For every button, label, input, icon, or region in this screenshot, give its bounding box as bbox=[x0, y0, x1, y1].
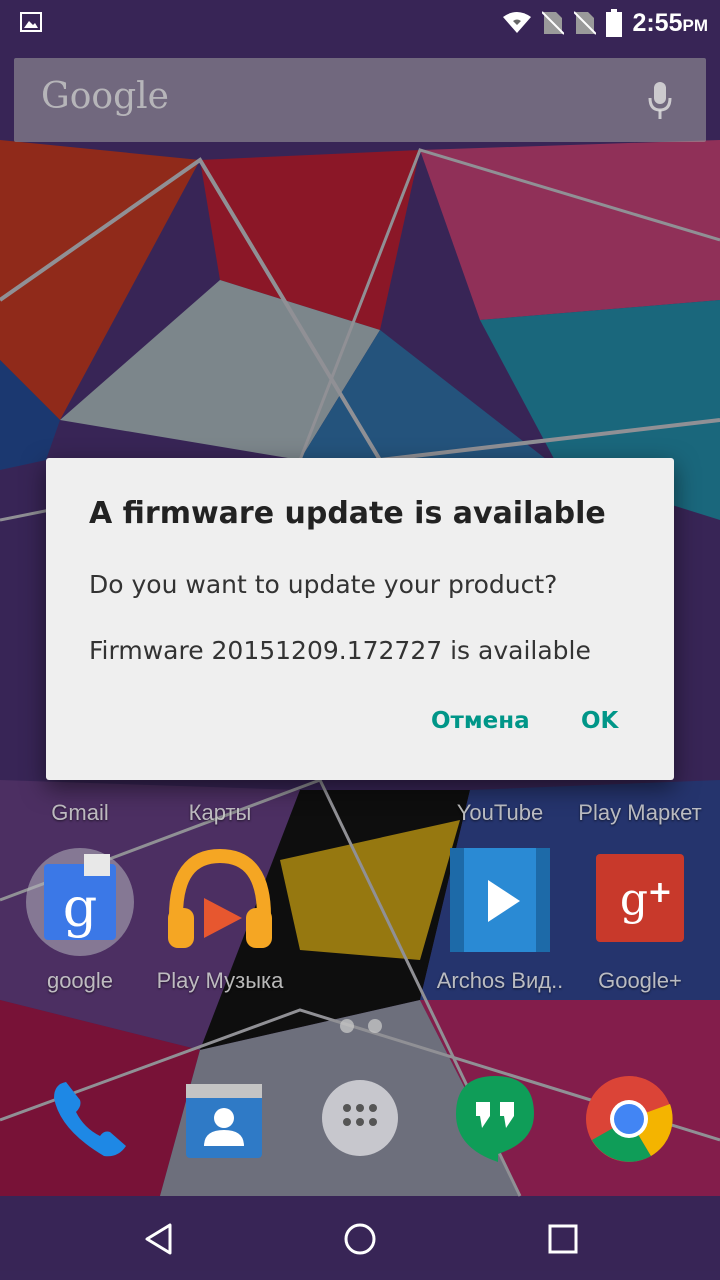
archos-video-icon[interactable] bbox=[444, 844, 556, 956]
image-notification-icon bbox=[20, 12, 42, 32]
google-plus-icon[interactable]: g + bbox=[594, 852, 686, 944]
svg-text:g: g bbox=[620, 874, 648, 925]
play-music-icon[interactable] bbox=[162, 846, 278, 962]
app-drawer-icon[interactable] bbox=[320, 1078, 400, 1158]
navigation-bar bbox=[0, 1196, 720, 1280]
app-label-gmail[interactable]: Gmail bbox=[10, 800, 150, 826]
recents-icon[interactable] bbox=[547, 1223, 579, 1255]
page-indicator-dot bbox=[368, 1019, 382, 1033]
battery-icon bbox=[606, 9, 623, 37]
page-indicator-dot bbox=[340, 1019, 354, 1033]
ok-button[interactable]: OK bbox=[581, 708, 618, 734]
dialog-message: Do you want to update your product? bbox=[89, 570, 558, 599]
google-logo: Google bbox=[41, 76, 169, 117]
app-label-play-market[interactable]: Play Маркет bbox=[570, 800, 710, 826]
no-sim-icon bbox=[542, 11, 565, 35]
back-icon[interactable] bbox=[144, 1222, 174, 1256]
firmware-update-dialog: A firmware update is available Do you wa… bbox=[46, 458, 674, 780]
status-bar: 2:55PM bbox=[0, 0, 720, 48]
app-label-play-music[interactable]: Play Музыка bbox=[150, 968, 290, 994]
wifi-icon bbox=[503, 12, 532, 33]
chrome-icon[interactable] bbox=[584, 1074, 674, 1164]
mic-icon[interactable] bbox=[648, 82, 672, 120]
app-label-youtube[interactable]: YouTube bbox=[430, 800, 570, 826]
no-sim-icon bbox=[574, 11, 597, 35]
dialog-title: A firmware update is available bbox=[89, 496, 606, 531]
google-folder-icon[interactable]: g bbox=[24, 846, 136, 958]
cancel-button[interactable]: Отмена bbox=[431, 708, 530, 734]
home-icon[interactable] bbox=[343, 1222, 377, 1256]
svg-text:g: g bbox=[63, 876, 98, 939]
app-label-archos-video[interactable]: Archos Вид.. bbox=[430, 968, 570, 994]
dialog-firmware-detail: Firmware 20151209.172727 is available bbox=[89, 636, 591, 665]
phone-icon[interactable] bbox=[46, 1074, 136, 1164]
hangouts-icon[interactable] bbox=[452, 1072, 538, 1164]
status-time: 2:55PM bbox=[632, 8, 708, 37]
google-search-bar[interactable]: Google bbox=[14, 58, 706, 142]
app-label-maps[interactable]: Карты bbox=[150, 800, 290, 826]
app-label-google[interactable]: google bbox=[10, 968, 150, 994]
contacts-icon[interactable] bbox=[182, 1078, 266, 1162]
svg-text:+: + bbox=[647, 875, 672, 910]
app-label-google-plus[interactable]: Google+ bbox=[570, 968, 710, 994]
